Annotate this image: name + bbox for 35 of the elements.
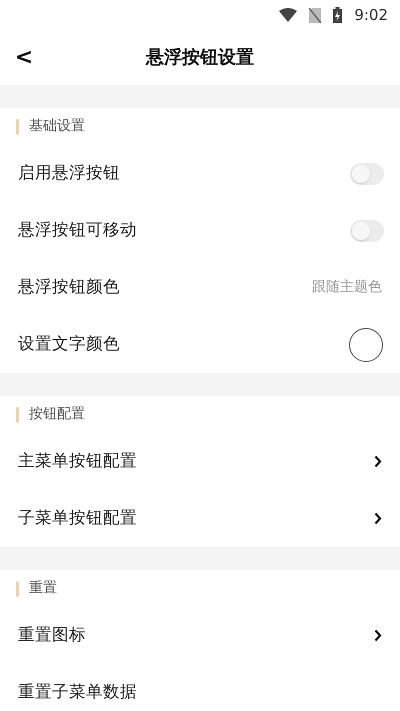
chevron-right-icon [374, 512, 382, 525]
section-marker [16, 406, 19, 422]
row-label: 启用悬浮按钮 [18, 162, 120, 184]
row-label: 悬浮按钮可移动 [18, 219, 137, 242]
color-swatch[interactable] [349, 328, 383, 362]
section-title: 重置 [29, 579, 57, 598]
settings-row[interactable]: 悬浮按钮颜色 跟随主题色 [0, 259, 400, 316]
page-title: 悬浮按钮设置 [146, 46, 254, 70]
row-label: 子菜单按钮配置 [18, 507, 137, 530]
settings-row[interactable]: 设置文字颜色 [0, 316, 400, 373]
section-title: 按钮配置 [29, 405, 85, 424]
back-button[interactable]: < [12, 42, 36, 72]
section-marker [16, 118, 19, 134]
section-marker [16, 580, 19, 596]
settings-row[interactable]: 子菜单按钮配置 [0, 490, 400, 547]
toggle-switch[interactable] [350, 220, 384, 242]
battery-charging-icon [333, 7, 342, 23]
chevron-right-icon [374, 629, 382, 642]
chevron-right-icon [374, 455, 382, 468]
settings-row[interactable]: 重置图标 [0, 607, 400, 664]
wifi-icon [279, 8, 298, 22]
settings-row[interactable]: 启用悬浮按钮 [0, 145, 400, 202]
settings-row[interactable]: 重置子菜单数据 [0, 664, 400, 711]
row-label: 主菜单按钮配置 [18, 450, 137, 472]
no-sim-icon [309, 8, 322, 22]
row-label: 悬浮按钮颜色 [18, 276, 120, 298]
toggle-switch[interactable] [350, 162, 384, 184]
row-label: 设置文字颜色 [18, 333, 120, 356]
settings-row[interactable]: 悬浮按钮可移动 [0, 202, 400, 259]
section-title: 基础设置 [29, 117, 85, 136]
row-label: 重置图标 [18, 624, 86, 646]
row-label: 重置子菜单数据 [18, 681, 137, 704]
row-value: 跟随主题色 [312, 278, 382, 297]
status-time: 9:02 [354, 4, 388, 26]
settings-row[interactable]: 主菜单按钮配置 [0, 433, 400, 490]
